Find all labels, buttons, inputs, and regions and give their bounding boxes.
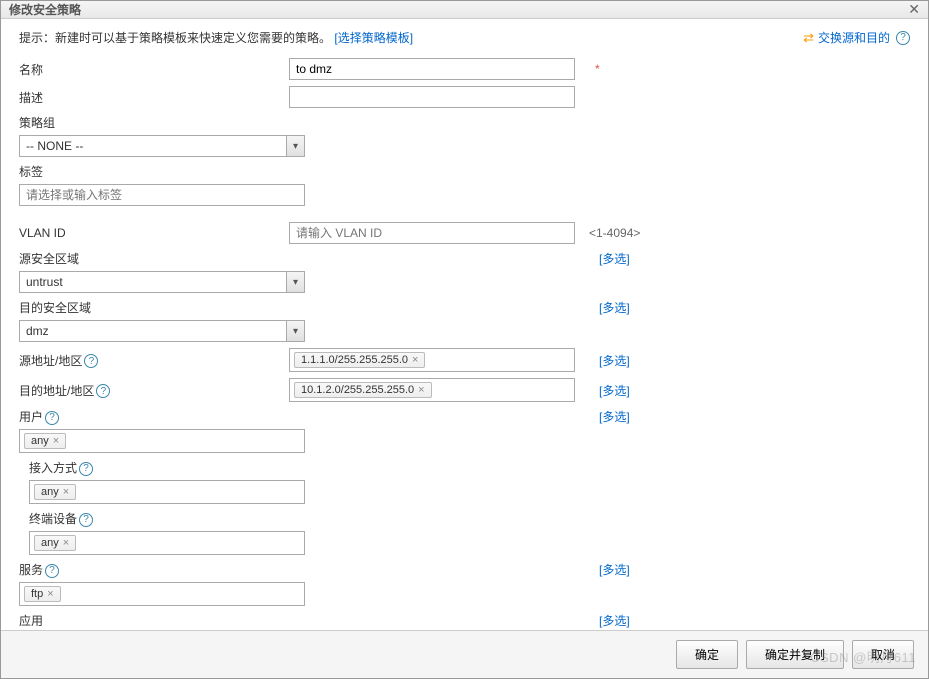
row-group: 策略组 -- NONE -- ▾ — [19, 114, 910, 157]
dst-zone-select[interactable]: dmz ▾ — [19, 320, 305, 342]
label-group: 策略组 — [19, 114, 55, 131]
tip-text: 新建时可以基于策略模板来快速定义您需要的策略。 — [55, 31, 331, 45]
dialog-title: 修改安全策略 — [9, 1, 81, 18]
chevron-down-icon: ▾ — [286, 321, 304, 341]
row-dst-zone: 目的安全区域 [多选] dmz ▾ — [19, 299, 910, 342]
dst-zone-multi-link[interactable]: [多选] — [599, 299, 630, 316]
service-token: ftp × — [24, 586, 61, 602]
user-token: any × — [24, 433, 66, 449]
label-dst-addr: 目的地址/地区? — [19, 382, 289, 399]
service-multi-link[interactable]: [多选] — [599, 561, 630, 578]
terminal-box[interactable]: any × — [29, 531, 305, 555]
remove-token-icon[interactable]: × — [412, 354, 418, 366]
swap-src-dst-link[interactable]: ⇄ 交换源和目的 ? — [803, 29, 910, 46]
help-icon[interactable]: ? — [96, 384, 110, 398]
row-src-zone: 源安全区域 [多选] untrust ▾ — [19, 250, 910, 293]
access-box[interactable]: any × — [29, 480, 305, 504]
user-multi-link[interactable]: [多选] — [599, 408, 630, 425]
app-multi-link[interactable]: [多选] — [599, 612, 630, 629]
dst-addr-box[interactable]: 10.1.2.0/255.255.255.0 × — [289, 378, 575, 402]
label-name: 名称 — [19, 61, 289, 78]
tip-text-container: 提示：新建时可以基于策略模板来快速定义您需要的策略。 [选择策略模板] — [19, 29, 413, 46]
row-access: 接入方式? any × — [29, 459, 910, 504]
row-vlan: VLAN ID <1-4094> — [19, 222, 910, 244]
user-box[interactable]: any × — [19, 429, 305, 453]
label-dst-zone: 目的安全区域 — [19, 299, 589, 316]
group-select-value: -- NONE -- — [26, 139, 83, 153]
label-access: 接入方式? — [29, 459, 93, 476]
row-dst-addr: 目的地址/地区? 10.1.2.0/255.255.255.0 × [多选] — [19, 378, 910, 402]
row-terminal: 终端设备? any × — [29, 510, 910, 555]
dst-addr-multi-link[interactable]: [多选] — [599, 382, 630, 399]
remove-token-icon[interactable]: × — [53, 435, 59, 447]
row-src-addr: 源地址/地区? 1.1.1.0/255.255.255.0 × [多选] — [19, 348, 910, 372]
swap-icon: ⇄ — [803, 30, 814, 46]
name-input[interactable] — [289, 58, 575, 80]
help-icon[interactable]: ? — [79, 513, 93, 527]
tip-prefix: 提示： — [19, 31, 55, 45]
label-src-addr: 源地址/地区? — [19, 352, 289, 369]
vlan-input[interactable] — [289, 222, 575, 244]
tags-input[interactable] — [19, 184, 305, 206]
row-app: 应用 [多选] any × — [19, 612, 910, 630]
close-icon[interactable]: ✕ — [908, 1, 920, 18]
row-desc: 描述 — [19, 86, 910, 108]
help-icon[interactable]: ? — [84, 354, 98, 368]
swap-label: 交换源和目的 — [818, 29, 890, 46]
access-token: any × — [34, 484, 76, 500]
service-box[interactable]: ftp × — [19, 582, 305, 606]
dialog-body: 提示：新建时可以基于策略模板来快速定义您需要的策略。 [选择策略模板] ⇄ 交换… — [1, 19, 928, 630]
src-addr-token: 1.1.1.0/255.255.255.0 × — [294, 352, 425, 368]
label-src-zone: 源安全区域 — [19, 250, 589, 267]
help-icon[interactable]: ? — [896, 31, 910, 45]
src-zone-select[interactable]: untrust ▾ — [19, 271, 305, 293]
remove-token-icon[interactable]: × — [418, 384, 424, 396]
src-addr-multi-link[interactable]: [多选] — [599, 352, 630, 369]
label-vlan: VLAN ID — [19, 226, 289, 240]
required-mark: * — [595, 62, 600, 76]
dialog-title-bar: 修改安全策略 ✕ — [1, 1, 928, 19]
label-user: 用户? — [19, 408, 589, 425]
desc-input[interactable] — [289, 86, 575, 108]
vlan-range: <1-4094> — [589, 226, 640, 240]
dialog: 修改安全策略 ✕ 提示：新建时可以基于策略模板来快速定义您需要的策略。 [选择策… — [0, 0, 929, 679]
dst-zone-value: dmz — [26, 324, 49, 338]
label-desc: 描述 — [19, 89, 289, 106]
help-icon[interactable]: ? — [45, 564, 59, 578]
row-tags: 标签 — [19, 163, 910, 206]
label-tags: 标签 — [19, 163, 43, 180]
remove-token-icon[interactable]: × — [63, 486, 69, 498]
cancel-button[interactable]: 取消 — [852, 640, 914, 669]
remove-token-icon[interactable]: × — [63, 537, 69, 549]
row-name: 名称 * — [19, 58, 910, 80]
label-service: 服务? — [19, 561, 589, 578]
row-user: 用户? [多选] any × — [19, 408, 910, 453]
ok-button[interactable]: 确定 — [676, 640, 738, 669]
label-terminal: 终端设备? — [29, 510, 93, 527]
help-icon[interactable]: ? — [45, 411, 59, 425]
group-select[interactable]: -- NONE -- ▾ — [19, 135, 305, 157]
terminal-token: any × — [34, 535, 76, 551]
chevron-down-icon: ▾ — [286, 136, 304, 156]
remove-token-icon[interactable]: × — [47, 588, 53, 600]
select-template-link[interactable]: [选择策略模板] — [334, 31, 413, 45]
help-icon[interactable]: ? — [79, 462, 93, 476]
src-addr-box[interactable]: 1.1.1.0/255.255.255.0 × — [289, 348, 575, 372]
ok-copy-button[interactable]: 确定并复制 — [746, 640, 844, 669]
row-service: 服务? [多选] ftp × — [19, 561, 910, 606]
chevron-down-icon: ▾ — [286, 272, 304, 292]
dialog-footer: 确定 确定并复制 取消 CSDN @明月611 — [1, 630, 928, 678]
src-zone-value: untrust — [26, 275, 63, 289]
label-app: 应用 — [19, 612, 589, 629]
dst-addr-token: 10.1.2.0/255.255.255.0 × — [294, 382, 432, 398]
tip-row: 提示：新建时可以基于策略模板来快速定义您需要的策略。 [选择策略模板] ⇄ 交换… — [19, 29, 910, 46]
src-zone-multi-link[interactable]: [多选] — [599, 250, 630, 267]
